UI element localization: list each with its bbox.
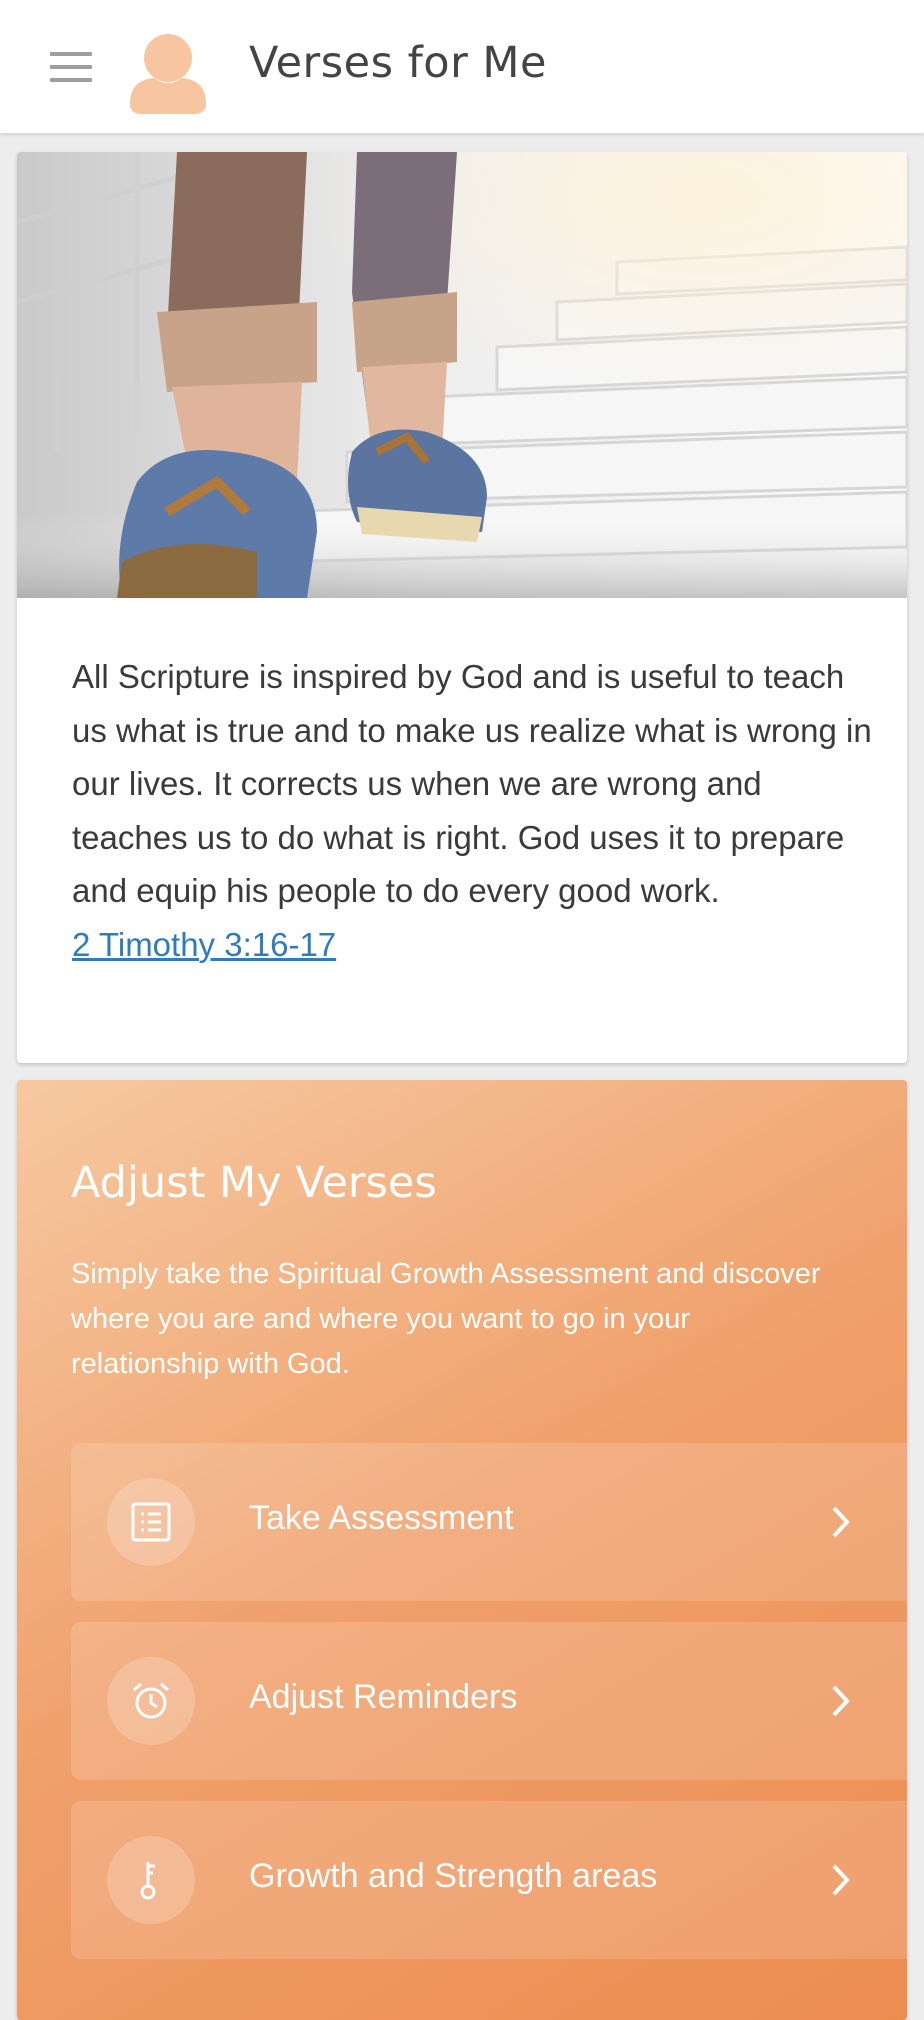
chevron-right-icon (832, 1864, 850, 1896)
hero-image (17, 152, 907, 598)
verse-card: All Scripture is inspired by God and is … (17, 152, 907, 1063)
user-avatar-icon[interactable] (130, 28, 206, 114)
verse-body: All Scripture is inspired by God and is … (72, 658, 872, 909)
hamburger-menu-icon[interactable] (50, 52, 92, 82)
verse-reference-link[interactable]: 2 Timothy 3:16-17 (72, 918, 336, 972)
chevron-right-icon (832, 1506, 850, 1538)
alarm-clock-icon (107, 1657, 195, 1745)
adjust-reminders-label: Adjust Reminders (249, 1678, 518, 1716)
adjust-reminders-button[interactable]: Adjust Reminders (71, 1622, 907, 1780)
growth-strength-areas-button[interactable]: Growth and Strength areas (71, 1801, 907, 1959)
take-assessment-label: Take Assessment (249, 1499, 514, 1537)
adjust-card-description: Simply take the Spiritual Growth Assessm… (71, 1258, 821, 1380)
app-bar: Verses for Me (0, 0, 924, 133)
growth-strength-areas-label: Growth and Strength areas (249, 1857, 658, 1895)
take-assessment-button[interactable]: Take Assessment (71, 1443, 907, 1601)
key-icon (107, 1836, 195, 1924)
adjust-card-title: Adjust My Verses (71, 1158, 437, 1208)
checklist-icon (107, 1478, 195, 1566)
chevron-right-icon (832, 1685, 850, 1717)
verse-text: All Scripture is inspired by God and is … (72, 650, 872, 971)
app-title: Verses for Me (249, 38, 547, 88)
adjust-verses-card: Adjust My Verses Simply take the Spiritu… (17, 1080, 907, 2020)
